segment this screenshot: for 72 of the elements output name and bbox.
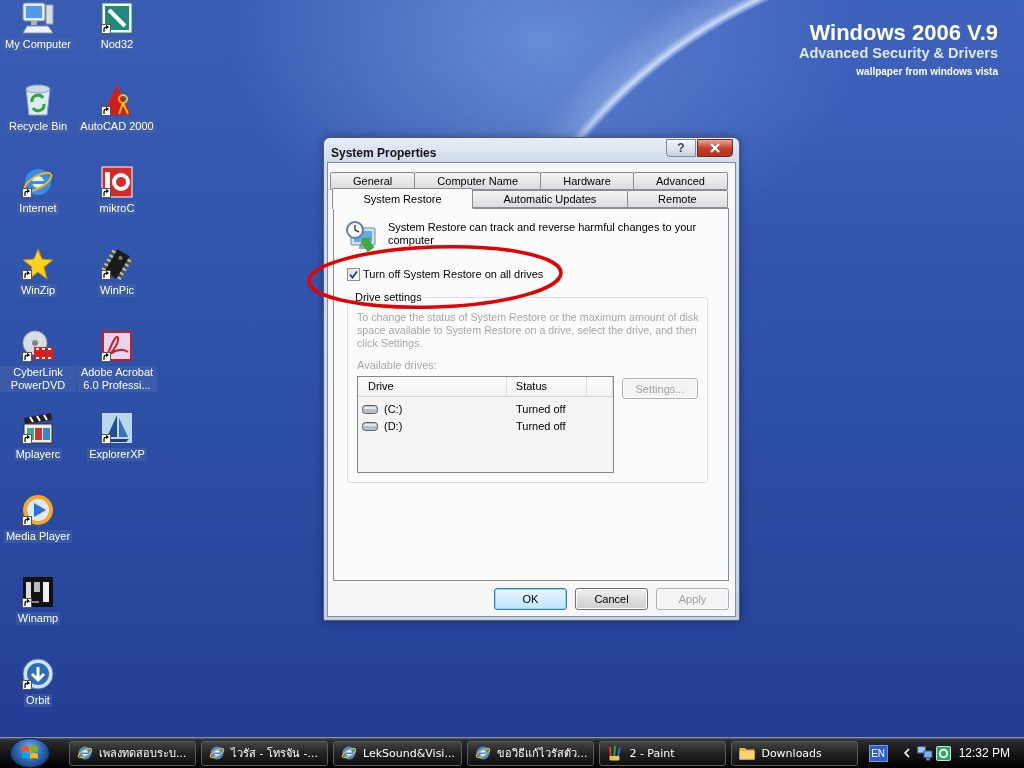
download-icon[interactable]	[22, 658, 54, 690]
desktop-icon-label[interactable]: CyberLink PowerDVD	[0, 366, 76, 392]
flag-logo-icon	[21, 745, 39, 761]
browser-icon[interactable]	[341, 745, 357, 761]
checkbox-label[interactable]: Turn off System Restore on all drives	[363, 268, 544, 281]
tab[interactable]: Automatic Updates	[472, 190, 628, 208]
close-button[interactable]	[697, 139, 733, 157]
tab[interactable]: System Restore	[332, 188, 473, 209]
group-title: Drive settings	[354, 291, 423, 304]
tab[interactable]: Advanced	[632, 172, 729, 190]
desktop-icon-label[interactable]: Recycle Bin	[6, 120, 70, 133]
desktop-icon-label[interactable]: Orbit	[24, 694, 52, 707]
desktop-icon-label[interactable]: My Computer	[3, 38, 73, 51]
wallpaper-credit: wallpaper from windows vista	[856, 65, 998, 78]
dialog-button[interactable]: Cancel	[575, 588, 648, 610]
taskbar-button[interactable]: Downloads	[731, 740, 859, 766]
clock[interactable]: 12:32 PM	[958, 746, 1010, 760]
description-text: To change the status of System Restore or the maximum amount of disk space available to System Restore on a drive, select the drive, and then click Settings.	[357, 311, 700, 350]
list-cell: Turned off	[516, 403, 566, 416]
desktop-icon-label[interactable]: Media Player	[3, 530, 73, 543]
equalizer-tile-icon[interactable]	[22, 576, 54, 608]
list-label: Available drives:	[357, 359, 438, 372]
play-icon[interactable]	[22, 494, 54, 526]
desktop-icon-label[interactable]: Nod32	[98, 38, 136, 51]
drive-icon	[362, 422, 378, 431]
network-computers-icon[interactable]	[916, 745, 933, 761]
intro-text: System Restore can track and reverse harmful changes to your computer	[388, 221, 698, 247]
chevron-left-icon[interactable]	[903, 748, 910, 758]
folder-icon[interactable]	[739, 745, 756, 761]
desktop-icon-label[interactable]: Adobe Acrobat 6.0 Professi...	[77, 366, 157, 392]
taskbar-button[interactable]: ไวรัส - โทรจัน -...	[201, 740, 328, 766]
sailboat-icon[interactable]	[101, 412, 133, 444]
taskbar-button[interactable]: 2 - Paint	[599, 740, 727, 766]
list-cell: Turned off	[516, 420, 566, 433]
browser-icon[interactable]	[77, 745, 93, 761]
close-icon[interactable]	[709, 143, 721, 153]
desktop-icon-label[interactable]: WinPic	[97, 284, 137, 297]
taskbar-button[interactable]: ขอวิธีแก้ไวรัสตัว...	[466, 740, 595, 766]
desktop-icon-label[interactable]: Internet	[17, 202, 59, 215]
dialog-button[interactable]: OK	[494, 588, 567, 610]
document-logo-icon[interactable]	[101, 330, 133, 362]
tray-app-icon[interactable]	[935, 745, 951, 761]
tab[interactable]: Computer Name	[414, 172, 542, 190]
chip-icon[interactable]	[101, 248, 133, 280]
browser-icon[interactable]	[209, 745, 225, 761]
desktop-icon-label[interactable]: mikroC	[97, 202, 137, 215]
help-button[interactable]: ?	[666, 139, 696, 157]
desktop-icon-label[interactable]: Mplayerc	[13, 448, 63, 461]
tab[interactable]: Hardware	[540, 172, 634, 190]
desktop-icon-label[interactable]: ExplorerXP	[87, 448, 147, 461]
browser-icon[interactable]	[22, 166, 54, 198]
clapperboard-icon[interactable]	[22, 412, 54, 444]
paint-brushes-icon[interactable]	[607, 745, 624, 761]
drive-icon	[362, 405, 378, 414]
tab[interactable]: Remote	[626, 190, 728, 208]
recycle-bin-icon[interactable]	[22, 84, 54, 116]
computer-icon[interactable]	[22, 2, 54, 34]
window-title: System Properties	[331, 146, 437, 160]
star-icon[interactable]	[22, 248, 54, 280]
taskbar-button[interactable]: LekSound&Visi...	[333, 740, 462, 766]
desktop-icon-label[interactable]: Winamp	[15, 612, 61, 625]
browser-icon[interactable]	[474, 745, 491, 761]
taskbar-button[interactable]: เพลงทดสอบระบ...	[69, 740, 196, 766]
desktop-icon-label[interactable]: WinZip	[18, 284, 58, 297]
wallpaper-title: Windows 2006 V.9	[809, 20, 998, 45]
wallpaper-subtitle: Advanced Security & Drivers	[798, 45, 998, 62]
disc-icon[interactable]	[22, 330, 54, 362]
start-button[interactable]	[10, 738, 50, 768]
logo-tile-icon[interactable]	[101, 2, 133, 34]
language-indicator[interactable]: EN	[868, 744, 888, 762]
restore-clock-icon	[345, 220, 377, 252]
desktop-icon-label[interactable]: AutoCAD 2000	[78, 120, 156, 133]
